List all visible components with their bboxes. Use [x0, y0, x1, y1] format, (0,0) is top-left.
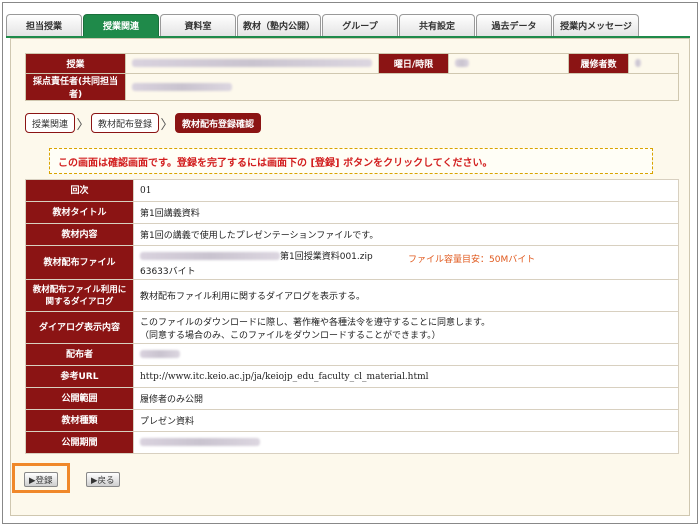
students-count-value	[628, 53, 679, 74]
day-period-value	[448, 53, 569, 74]
class-name-value	[125, 53, 379, 74]
back-button[interactable]: ▶戻る	[86, 472, 120, 487]
table-row: 公開範囲 履修者のみ公開	[25, 387, 679, 410]
row-label: ダイアログ表示内容	[25, 311, 134, 344]
tab-group[interactable]: グループ	[322, 14, 398, 36]
breadcrumb-material-registration[interactable]: 教材配布登録	[91, 113, 160, 133]
table-row: 教材配布ファイル 第1回授業資料001.zip 63633バイト ファイル容量目…	[25, 245, 679, 280]
breadcrumb-class-related[interactable]: 授業関連	[25, 113, 76, 133]
tab-teaching-materials[interactable]: 教材（塾内公開）	[237, 14, 321, 36]
row-label: 教材種類	[25, 409, 134, 432]
row-value	[133, 343, 679, 366]
register-button[interactable]: ▶登録	[24, 472, 58, 487]
row-label: 回次	[25, 179, 134, 202]
row-label: 公開範囲	[25, 387, 134, 410]
file-capacity-note: ファイル容量目安：50Mバイト	[408, 254, 536, 265]
row-value: このファイルのダウンロードに際し、著作権や各種法令を遵守することに同意します。 …	[133, 311, 679, 344]
row-label: 参考URL	[25, 365, 134, 388]
file-size: 63633バイト	[140, 266, 196, 277]
chevron-right-icon: 〉	[76, 117, 90, 133]
main-tabs: 担当授業 授業関連 資料室 教材（塾内公開） グループ 共有設定 過去データ 授…	[6, 14, 640, 36]
row-label: 配布者	[25, 343, 134, 366]
row-value: 01	[133, 179, 679, 202]
students-count-label: 履修者数	[568, 53, 629, 74]
breadcrumb-current: 教材配布登録確認	[175, 113, 262, 133]
day-period-label: 曜日/時限	[378, 53, 449, 74]
row-value: 第1回講義資料	[133, 201, 679, 224]
table-row: 配布者	[25, 343, 679, 366]
row-label: 公開期間	[25, 431, 134, 454]
class-info-table: 授業 曜日/時限 履修者数 採点責任者(共同担当者)	[25, 53, 679, 101]
confirmation-notice: この画面は確認画面です。登録を完了するには画面下の [登録] ボタンをクリックし…	[49, 148, 653, 174]
row-value: http://www.itc.keio.ac.jp/ja/keiojp_edu_…	[133, 365, 679, 388]
table-row: 教材内容 第1回の講義で使用したプレゼンテーションファイルです。	[25, 223, 679, 246]
grader-value	[125, 73, 679, 101]
row-value: 第1回授業資料001.zip 63633バイト ファイル容量目安：50Mバイト	[133, 245, 679, 280]
table-row: ダイアログ表示内容 このファイルのダウンロードに際し、著作権や各種法令を遵守する…	[25, 311, 679, 344]
row-label: 教材内容	[25, 223, 134, 246]
content-panel: 授業 曜日/時限 履修者数 採点責任者(共同担当者) 授業関連 〉 教材配布登録…	[10, 38, 690, 516]
table-row: 教材タイトル 第1回講義資料	[25, 201, 679, 224]
row-value: 教材配布ファイル利用に関するダイアログを表示する。	[133, 279, 679, 312]
table-row: 教材配布ファイル利用に 関するダイアログ 教材配布ファイル利用に関するダイアログ…	[25, 279, 679, 312]
table-row: 公開期間	[25, 431, 679, 454]
tab-assigned-classes[interactable]: 担当授業	[6, 14, 82, 36]
class-label: 授業	[25, 53, 126, 74]
material-details-table: 回次 01 教材タイトル 第1回講義資料 教材内容 第1回の講義で使用したプレゼ…	[25, 179, 679, 454]
row-value: プレゼン資料	[133, 409, 679, 432]
table-row: 教材種類 プレゼン資料	[25, 409, 679, 432]
tab-materials-room[interactable]: 資料室	[160, 14, 236, 36]
row-value: 第1回の講義で使用したプレゼンテーションファイルです。	[133, 223, 679, 246]
tab-class-messages[interactable]: 授業内メッセージ	[553, 14, 639, 36]
tab-past-data[interactable]: 過去データ	[476, 14, 552, 36]
row-label: 教材タイトル	[25, 201, 134, 224]
table-row: 参考URL http://www.itc.keio.ac.jp/ja/keioj…	[25, 365, 679, 388]
row-value: 履修者のみ公開	[133, 387, 679, 410]
tab-class-related[interactable]: 授業関連	[83, 14, 159, 36]
chevron-right-icon: 〉	[160, 117, 174, 133]
file-name[interactable]: 第1回授業資料001.zip	[280, 252, 373, 262]
row-value	[133, 431, 679, 454]
row-label: 教材配布ファイル	[25, 245, 134, 280]
table-row: 回次 01	[25, 179, 679, 202]
row-label: 教材配布ファイル利用に 関するダイアログ	[25, 279, 134, 312]
breadcrumb: 授業関連 〉 教材配布登録 〉 教材配布登録確認	[25, 113, 262, 133]
grader-label: 採点責任者(共同担当者)	[25, 73, 126, 101]
tab-shared-settings[interactable]: 共有設定	[399, 14, 475, 36]
